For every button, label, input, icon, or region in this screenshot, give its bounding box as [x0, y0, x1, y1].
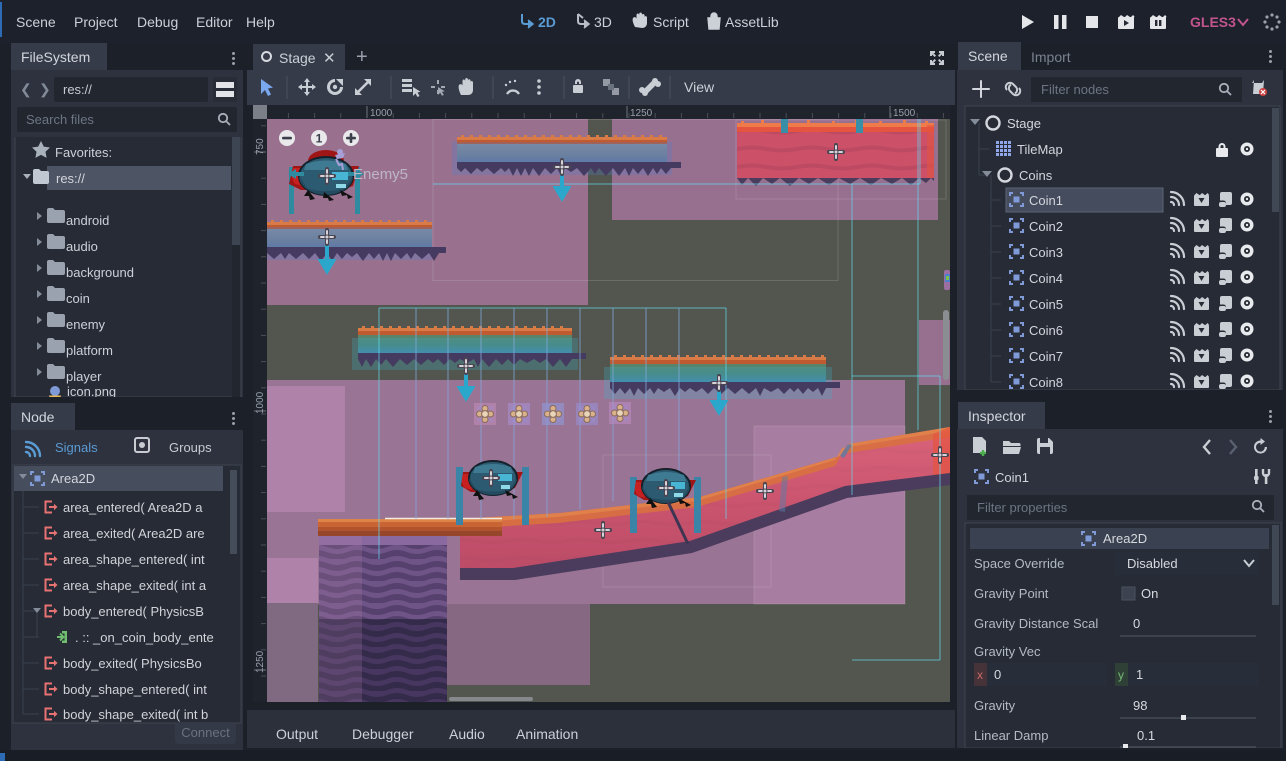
- svg-text:body_entered( PhysicsB: body_entered( PhysicsB: [63, 604, 204, 619]
- svg-text:1250: 1250: [255, 650, 266, 673]
- svg-text:Coin6: Coin6: [1029, 323, 1063, 338]
- svg-text:750: 750: [255, 138, 266, 155]
- svg-text:Filter properties: Filter properties: [977, 500, 1068, 515]
- svg-text:Coins: Coins: [1019, 168, 1053, 183]
- svg-text:0.1: 0.1: [1137, 728, 1155, 743]
- svg-text:audio: audio: [66, 239, 98, 254]
- svg-text:android: android: [66, 213, 109, 228]
- svg-text:Enemy5: Enemy5: [353, 166, 408, 183]
- svg-text:GLES3: GLES3: [1190, 14, 1236, 30]
- svg-text:TileMap: TileMap: [1017, 142, 1063, 157]
- svg-text:0: 0: [994, 667, 1001, 682]
- svg-text:Gravity Distance Scal: Gravity Distance Scal: [974, 616, 1098, 631]
- svg-text:enemy: enemy: [66, 317, 106, 332]
- svg-text:Signals: Signals: [55, 440, 98, 455]
- svg-text:Gravity Vec: Gravity Vec: [974, 644, 1041, 659]
- svg-text:y: y: [1118, 668, 1124, 682]
- svg-text:Coin3: Coin3: [1029, 245, 1063, 260]
- svg-text:Coin1: Coin1: [995, 470, 1029, 485]
- svg-text:3D: 3D: [594, 14, 612, 30]
- svg-text:platform: platform: [66, 343, 113, 358]
- svg-text:On: On: [1141, 586, 1158, 601]
- svg-text:Coin1: Coin1: [1029, 193, 1063, 208]
- svg-text:Coin2: Coin2: [1029, 219, 1063, 234]
- svg-text:Area2D: Area2D: [51, 471, 95, 486]
- svg-text:Coin5: Coin5: [1029, 297, 1063, 312]
- svg-text:Coin4: Coin4: [1029, 271, 1063, 286]
- svg-text:Filter nodes: Filter nodes: [1041, 82, 1109, 97]
- svg-text:Script: Script: [653, 14, 689, 30]
- svg-text:area_shape_entered( int: area_shape_entered( int: [63, 552, 205, 567]
- svg-text:Area2D: Area2D: [1103, 531, 1147, 546]
- svg-text:0: 0: [1133, 616, 1140, 631]
- svg-text:1250: 1250: [630, 108, 653, 119]
- svg-text:1: 1: [316, 132, 323, 146]
- svg-text:area_shape_exited( int a: area_shape_exited( int a: [63, 578, 207, 593]
- svg-text:Coin7: Coin7: [1029, 349, 1063, 364]
- svg-text:. :: _on_coin_body_ente: . :: _on_coin_body_ente: [75, 630, 214, 645]
- svg-text:View: View: [684, 79, 715, 95]
- svg-text:body_shape_entered( int: body_shape_entered( int: [63, 682, 207, 697]
- svg-text:player: player: [66, 369, 102, 384]
- svg-text:Disabled: Disabled: [1127, 556, 1178, 571]
- svg-text:2D: 2D: [538, 14, 556, 30]
- svg-text:Space Override: Space Override: [974, 556, 1064, 571]
- svg-text:res://: res://: [56, 171, 85, 186]
- svg-text:Groups: Groups: [169, 440, 212, 455]
- svg-text:Stage: Stage: [1007, 116, 1041, 131]
- svg-text:area_exited( Area2D are: area_exited( Area2D are: [63, 526, 205, 541]
- svg-text:1000: 1000: [370, 108, 393, 119]
- svg-text:icon.png: icon.png: [67, 384, 116, 397]
- svg-text:Linear Damp: Linear Damp: [974, 728, 1048, 743]
- svg-text:body_shape_exited( int b: body_shape_exited( int b: [63, 707, 208, 722]
- svg-text:AssetLib: AssetLib: [725, 14, 779, 30]
- svg-text:98: 98: [1133, 698, 1147, 713]
- svg-text:Gravity: Gravity: [974, 698, 1016, 713]
- svg-text:background: background: [66, 265, 134, 280]
- svg-text:coin: coin: [66, 291, 90, 306]
- svg-text:x: x: [977, 668, 983, 682]
- svg-text:Favorites:: Favorites:: [55, 145, 112, 160]
- svg-text:1000: 1000: [255, 391, 266, 414]
- svg-text:body_exited( PhysicsBo: body_exited( PhysicsBo: [63, 656, 202, 671]
- svg-text:Gravity Point: Gravity Point: [974, 586, 1049, 601]
- svg-text:Coin8: Coin8: [1029, 375, 1063, 390]
- svg-text:area_entered( Area2D a: area_entered( Area2D a: [63, 500, 203, 515]
- svg-text:1500: 1500: [893, 108, 916, 119]
- svg-text:1: 1: [1136, 667, 1143, 682]
